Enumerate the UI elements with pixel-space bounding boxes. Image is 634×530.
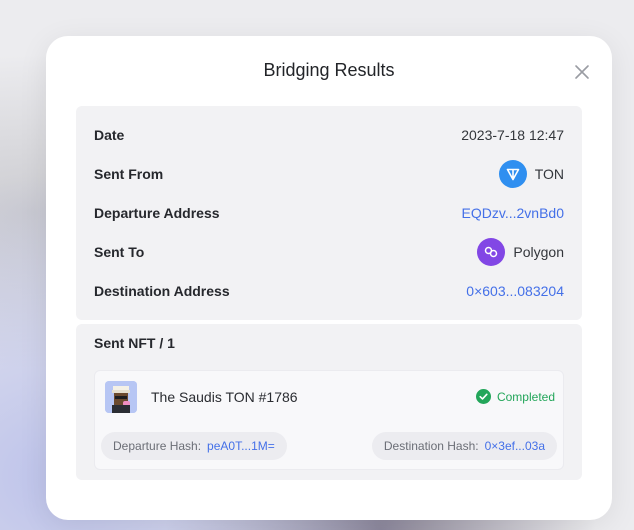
transfer-details: Date 2023-7-18 12:47 Sent From TON Depar…	[76, 106, 582, 320]
close-icon[interactable]	[574, 64, 590, 80]
date-label: Date	[94, 127, 125, 143]
nft-section-header: Sent NFT / 1	[94, 335, 175, 351]
ton-icon	[498, 160, 527, 188]
nft-name: The Saudis TON #1786	[151, 389, 298, 405]
date-value: 2023-7-18 12:47	[461, 127, 564, 143]
modal-title: Bridging Results	[263, 60, 395, 80]
sent-from-chain: TON	[534, 166, 564, 182]
nft-thumbnail	[105, 381, 137, 413]
departure-hash-label: Departure Hash:	[113, 439, 202, 453]
status-badge: Completed	[475, 389, 555, 404]
status-text: Completed	[496, 389, 555, 404]
sent-from-row: Sent From TON	[94, 159, 564, 189]
sent-from-value: TON	[498, 160, 564, 188]
destination-hash-label: Destination Hash:	[383, 439, 479, 453]
destination-address-label: Destination Address	[94, 283, 230, 299]
sent-to-row: Sent To Polygon	[94, 237, 564, 267]
destination-hash-link[interactable]: 0×3ef...03a	[485, 439, 545, 453]
sent-to-chain: Polygon	[513, 244, 564, 260]
sent-from-label: Sent From	[94, 166, 164, 182]
destination-address-link[interactable]: 0×603...083204	[466, 283, 564, 299]
departure-hash-pill: Departure Hash: peA0T...1M=	[101, 432, 287, 460]
sent-to-label: Sent To	[94, 244, 145, 260]
sent-nft-section: Sent NFT / 1 The Saudis TON #1786 Comple…	[76, 324, 582, 480]
sent-to-value: Polygon	[477, 238, 564, 266]
destination-address-row: Destination Address 0×603...083204	[94, 276, 564, 306]
departure-address-link[interactable]: EQDzv...2vnBd0	[462, 205, 564, 221]
departure-address-label: Departure Address	[94, 205, 220, 221]
departure-address-row: Departure Address EQDzv...2vnBd0	[94, 198, 564, 228]
date-row: Date 2023-7-18 12:47	[94, 120, 564, 150]
check-circle-icon	[475, 389, 491, 404]
departure-hash-link[interactable]: peA0T...1M=	[207, 439, 275, 453]
bridging-results-modal: Bridging Results Date 2023-7-18 12:47 Se…	[46, 36, 612, 520]
destination-hash-pill: Destination Hash: 0×3ef...03a	[371, 432, 557, 460]
polygon-icon	[477, 238, 506, 266]
nft-card: The Saudis TON #1786 Completed Departure…	[94, 370, 564, 470]
